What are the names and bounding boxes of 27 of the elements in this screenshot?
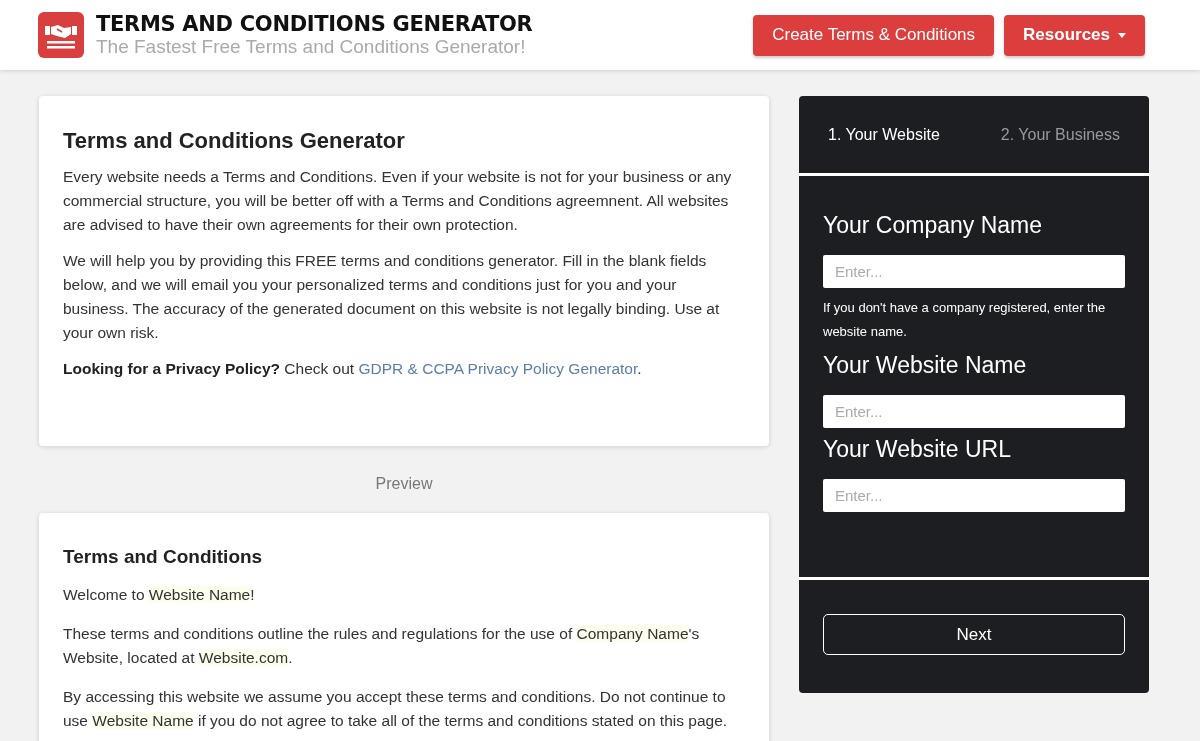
field-label: Your Website Name bbox=[823, 352, 1028, 379]
input-field[interactable]: Enter... bbox=[823, 479, 1125, 512]
preview-paragraph: By accessing this website we assume you accept these terms and conditions. Do not continue to use Website Name if you do not agree to take all of the terms and conditions stated on this page. bbox=[63, 687, 729, 731]
step-tab[interactable]: 2. Your Business bbox=[1000, 125, 1120, 144]
preview-heading: Terms and Conditions bbox=[63, 545, 264, 569]
field-label: Your Company Name bbox=[823, 212, 1044, 239]
field-help: If you don't have a company registered, enter the website name. bbox=[823, 299, 1107, 341]
input-field[interactable]: Enter... bbox=[823, 395, 1125, 428]
create-terms-button[interactable]: Create Terms & Conditions bbox=[753, 14, 995, 56]
preview-paragraph: These terms and conditions outline the rules and regulations for the use of Company Name's Website, located at Website.com. bbox=[63, 624, 701, 668]
site-title: TERMS AND CONDITIONS GENERATOR bbox=[96, 12, 533, 36]
caret-icon bbox=[1118, 32, 1126, 38]
intro-paragraph: Every website needs a Terms and Conditions. Even if your website is not for your business or any commercial structure, you will be better off with a Terms and Conditions agreemnent. All websites are advised to have their own agreements for their own protection. bbox=[63, 167, 733, 235]
handshake-logo-icon bbox=[38, 12, 84, 58]
intro-paragraph: We will help you by providing this FREE terms and conditions generator. Fill in the blank fields below, and we will email you your personalized terms and conditions just for you and your business. The accuracy of the generated document on this website is not legally binding. Use at your own risk. bbox=[63, 251, 721, 343]
preview-paragraph: Welcome to Website Name! bbox=[63, 585, 256, 605]
step-tab[interactable]: 1. Your Website bbox=[828, 125, 940, 144]
privacy-note: Looking for a Privacy Policy? Check out bbox=[63, 360, 356, 377]
period-text: . bbox=[637, 360, 642, 377]
site-tagline: The Fastest Free Terms and Conditions Generator! bbox=[96, 36, 527, 58]
preview-label: Preview bbox=[374, 475, 434, 493]
resources-dropdown-button[interactable]: Resources bbox=[1004, 14, 1145, 56]
intro-heading: Terms and Conditions Generator bbox=[63, 129, 406, 153]
privacy-generator-link[interactable]: GDPR & CCPA Privacy Policy Generator bbox=[358, 360, 638, 377]
field-label: Your Website URL bbox=[823, 436, 1012, 463]
next-button[interactable]: Next bbox=[823, 614, 1125, 655]
input-field[interactable]: Enter... bbox=[823, 255, 1125, 288]
